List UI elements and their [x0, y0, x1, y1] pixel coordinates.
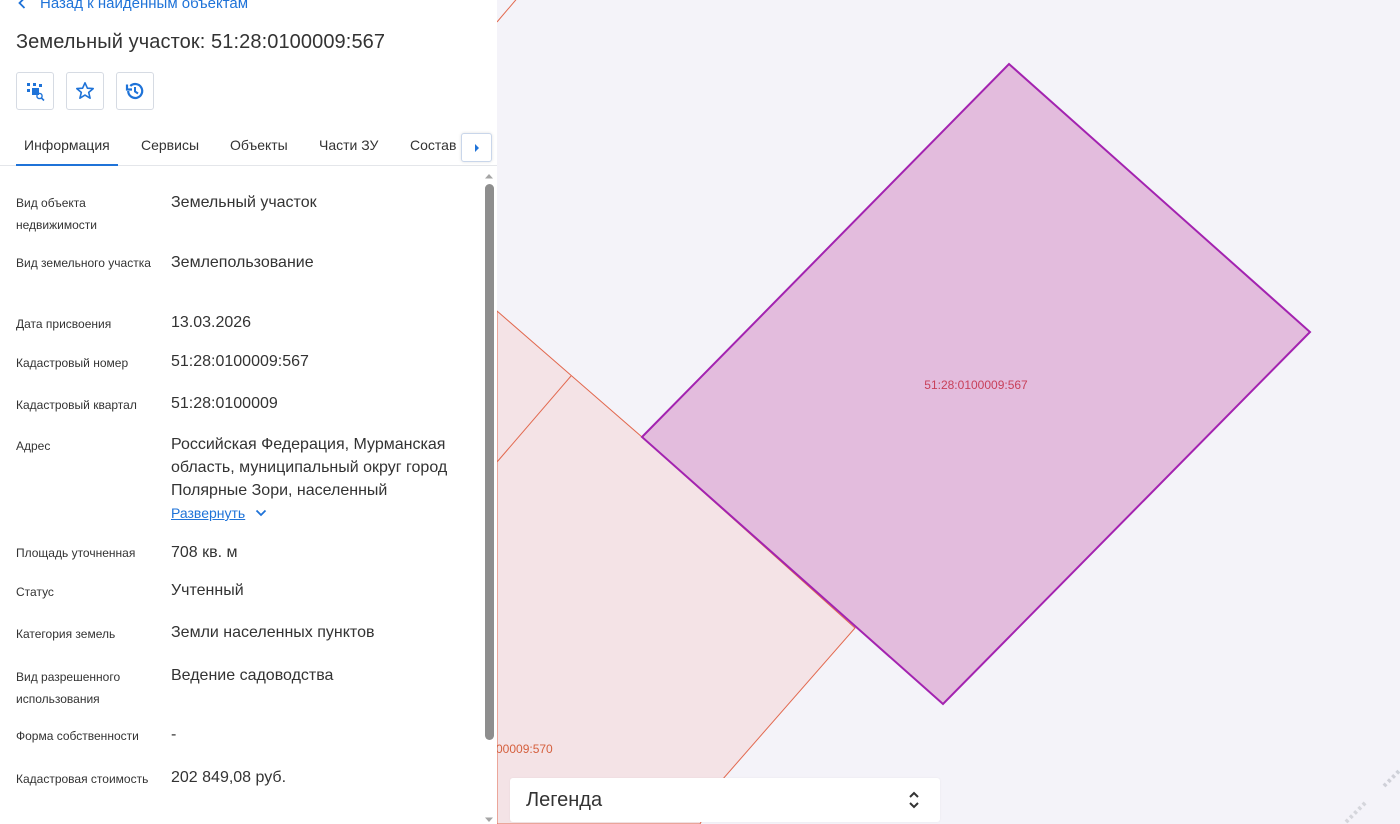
page-title: Земельный участок: 51:28:0100009:567 [16, 31, 386, 53]
neighbor-parcel-label: 00009:570 [496, 742, 553, 756]
tab-bar: Информация Сервисы Объекты Части ЗУ Сост… [0, 126, 497, 166]
field-value-permitted-use: Ведение садоводства [171, 667, 334, 684]
tab-services[interactable]: Сервисы [141, 126, 199, 165]
history-button[interactable] [116, 72, 154, 110]
field-label-address: Адрес [16, 439, 51, 453]
field-value-land-type: Землепользование [171, 254, 314, 271]
field-label-assignment-date: Дата присвоения [16, 317, 112, 331]
field-label-area: Площадь уточненная [16, 546, 136, 560]
field-label-land-type: Вид земельного участка [16, 256, 151, 270]
scroll-up-arrow-icon[interactable] [484, 172, 494, 180]
tab-information[interactable]: Информация [16, 126, 118, 166]
tab-objects[interactable]: Объекты [230, 126, 288, 165]
tabs-scroll-right-button[interactable] [461, 133, 492, 162]
back-link-label: Назад к найденным объектам [40, 0, 249, 12]
field-label-object-type: Вид объекта недвижимости [16, 196, 97, 232]
field-value-land-category: Земли населенных пунктов [171, 624, 375, 641]
field-label-land-category: Категория земель [16, 627, 116, 641]
back-to-results-link[interactable]: Назад к найденным объектам [18, 0, 248, 13]
field-label-status: Статус [16, 585, 54, 599]
field-value-ownership-form: - [171, 726, 177, 743]
legend-title: Легенда [526, 788, 603, 811]
field-value-area: 708 кв. м [171, 544, 238, 561]
scroll-down-arrow-icon[interactable] [484, 816, 494, 824]
chevron-left-icon [18, 0, 26, 9]
legend-toggle-panel[interactable]: Легенда [510, 778, 940, 822]
field-label-cadastral-value: Кадастровая стоимость [16, 772, 149, 786]
chevron-down-icon [256, 509, 267, 517]
caret-right-icon [474, 143, 479, 152]
field-value-object-type: Земельный участок [171, 194, 317, 211]
field-label-cadastral-quarter: Кадастровый квартал [16, 398, 137, 412]
history-icon [125, 82, 144, 100]
field-value-cadastral-quarter: 51:28:0100009 [171, 395, 278, 412]
field-value-assignment-date: 13.03.2026 [171, 314, 252, 331]
favorite-button[interactable] [66, 72, 104, 110]
action-toolbar [16, 72, 154, 110]
expand-label: Развернуть [171, 505, 246, 521]
field-value-status: Учтенный [171, 582, 244, 599]
field-label-permitted-use: Вид разрешенного использования [16, 670, 121, 706]
field-value-cadastral-number: 51:28:0100009:567 [171, 353, 309, 370]
star-icon [76, 82, 94, 99]
select-on-map-button[interactable] [16, 72, 54, 110]
chevron-up-down-icon [909, 791, 919, 809]
field-label-cadastral-number: Кадастровый номер [16, 356, 129, 370]
selected-parcel-label: 51:28:0100009:567 [924, 378, 1028, 392]
expand-address-link[interactable]: Развернуть [171, 505, 267, 521]
tab-land-parts[interactable]: Части ЗУ [319, 126, 378, 165]
tab-composition[interactable]: Состав [410, 126, 456, 165]
object-info-panel: Назад к найденным объектам Земельный уча… [0, 0, 497, 824]
field-label-ownership-form: Форма собственности [16, 729, 139, 743]
panel-scrollbar-thumb[interactable] [485, 184, 494, 740]
select-on-map-icon [27, 83, 45, 102]
field-value-cadastral-value: 202 849,08 руб. [171, 769, 287, 786]
field-value-address: Российская Федерация, Мурманская область… [171, 436, 448, 499]
